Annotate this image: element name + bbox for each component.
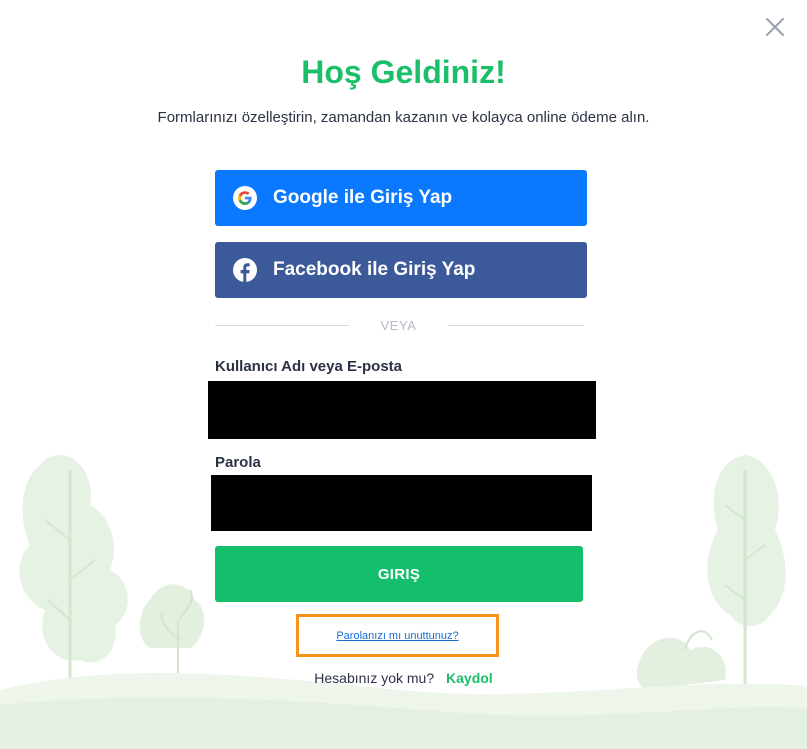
divider-text: VEYA	[380, 318, 417, 333]
signup-row: Hesabınız yok mu? Kaydol	[0, 670, 807, 686]
password-input[interactable]	[211, 475, 592, 531]
username-input[interactable]	[208, 381, 596, 439]
forgot-password-link[interactable]: Parolanızı mı unuttunuz?	[336, 630, 458, 642]
forgot-password-highlight: Parolanızı mı unuttunuz?	[296, 614, 499, 657]
divider-line-right	[448, 325, 584, 326]
username-label: Kullanıcı Adı veya E-posta	[215, 358, 402, 375]
facebook-login-label: Facebook ile Giriş Yap	[273, 259, 476, 280]
modal-subtitle: Formlarınızı özelleştirin, zamandan kaza…	[157, 109, 650, 126]
google-login-button[interactable]: Google ile Giriş Yap	[215, 170, 587, 226]
close-icon[interactable]	[763, 15, 787, 39]
divider-line-left	[215, 325, 349, 326]
login-button[interactable]: GIRIŞ	[215, 546, 583, 602]
modal-title: Hoş Geldiniz!	[301, 54, 506, 90]
signup-link[interactable]: Kaydol	[446, 670, 493, 686]
google-icon	[233, 186, 257, 210]
google-login-label: Google ile Giriş Yap	[273, 187, 453, 208]
facebook-icon	[233, 258, 257, 282]
password-label: Parola	[215, 454, 261, 471]
facebook-login-button[interactable]: Facebook ile Giriş Yap	[215, 242, 587, 298]
no-account-text: Hesabınız yok mu?	[314, 670, 435, 686]
